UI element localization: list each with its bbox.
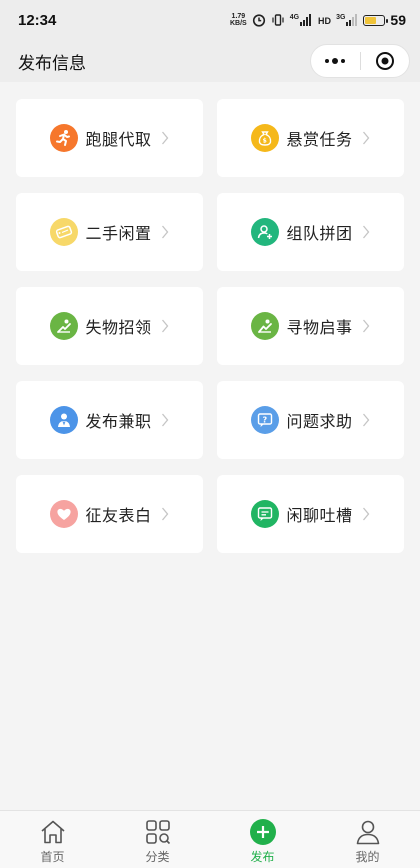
card-second-hand[interactable]: 二手闲置 bbox=[16, 193, 203, 271]
battery-icon bbox=[363, 14, 389, 26]
close-target-icon bbox=[375, 52, 394, 70]
tab-home[interactable]: 首页 bbox=[0, 811, 105, 868]
tab-publish[interactable]: 发布 bbox=[210, 811, 315, 868]
chevron-right-icon bbox=[362, 507, 369, 521]
lost-item-icon bbox=[50, 312, 79, 340]
card-label: 闲聊吐槽 bbox=[286, 506, 353, 525]
card-question-help[interactable]: ? 问题求助 bbox=[217, 381, 404, 459]
price-tag-icon bbox=[50, 218, 79, 246]
card-label: 跑腿代取 bbox=[85, 130, 152, 149]
chat-bubble-icon bbox=[251, 500, 280, 528]
battery-level bbox=[365, 16, 377, 24]
question-chat-icon: ? bbox=[251, 406, 280, 434]
card-errand[interactable]: 跑腿代取 bbox=[16, 99, 203, 177]
card-bounty-task[interactable]: $ 悬赏任务 bbox=[217, 99, 404, 177]
chevron-right-icon bbox=[161, 225, 168, 239]
status-time: 12:34 bbox=[18, 11, 57, 29]
category-grid-icon bbox=[143, 818, 173, 846]
chevron-right-icon bbox=[161, 413, 168, 427]
signal-3g-icon: 3G bbox=[336, 14, 358, 26]
svg-text:?: ? bbox=[263, 415, 268, 424]
chevron-right-icon bbox=[362, 225, 369, 239]
more-dots-icon bbox=[325, 58, 346, 64]
chevron-right-icon bbox=[362, 131, 369, 145]
chevron-right-icon bbox=[161, 319, 168, 333]
heart-icon bbox=[50, 500, 79, 528]
chevron-right-icon bbox=[161, 507, 168, 521]
card-label: 发布兼职 bbox=[85, 412, 152, 431]
card-team-group[interactable]: 组队拼团 bbox=[217, 193, 404, 271]
status-indicators: 1.79 KB/S 4G HD 3G 59 bbox=[230, 12, 406, 28]
tab-label: 分类 bbox=[145, 850, 170, 864]
plus-circle-icon bbox=[248, 818, 278, 846]
user-icon bbox=[353, 818, 383, 846]
card-label: 二手闲置 bbox=[85, 224, 152, 243]
more-button[interactable] bbox=[311, 45, 360, 77]
chevron-right-icon bbox=[362, 413, 369, 427]
mini-program-capsule bbox=[310, 44, 410, 78]
alarm-icon bbox=[252, 14, 265, 27]
card-lost-and-found[interactable]: 失物招领 bbox=[16, 287, 203, 365]
tab-label: 我的 bbox=[355, 850, 380, 864]
card-make-friends[interactable]: 征友表白 bbox=[16, 475, 203, 553]
page-title: 发布信息 bbox=[18, 53, 86, 74]
hd-icon: HD bbox=[318, 16, 331, 26]
running-person-icon bbox=[50, 124, 79, 152]
search-item-icon bbox=[251, 312, 280, 340]
close-mini-program-button[interactable] bbox=[361, 45, 410, 77]
card-part-time-job[interactable]: 发布兼职 bbox=[16, 381, 203, 459]
card-search-item[interactable]: 寻物启事 bbox=[217, 287, 404, 365]
home-icon bbox=[38, 818, 68, 846]
card-label: 征友表白 bbox=[85, 506, 152, 525]
bottom-tab-bar: 首页 分类 发布 我的 bbox=[0, 810, 420, 868]
signal-4g-icon: 4G bbox=[290, 14, 312, 26]
tab-label: 发布 bbox=[250, 850, 275, 864]
nav-bar: 发布信息 bbox=[0, 40, 420, 82]
card-label: 寻物启事 bbox=[286, 318, 353, 337]
network-speed: 1.79 KB/S bbox=[230, 13, 247, 27]
battery-percent: 59 bbox=[390, 12, 406, 28]
card-label: 悬赏任务 bbox=[286, 130, 353, 149]
money-bag-icon: $ bbox=[251, 124, 280, 152]
svg-text:HD: HD bbox=[318, 16, 331, 26]
card-label: 问题求助 bbox=[286, 412, 353, 431]
publish-category-grid: 跑腿代取 $ 悬赏任务 二手闲置 组队拼团 失物招领 寻物启事 发布兼职 ? 问… bbox=[16, 99, 404, 553]
tab-category[interactable]: 分类 bbox=[105, 811, 210, 868]
card-chat[interactable]: 闲聊吐槽 bbox=[217, 475, 404, 553]
worker-icon bbox=[50, 406, 79, 434]
chevron-right-icon bbox=[161, 131, 168, 145]
add-user-icon bbox=[251, 218, 280, 246]
vibrate-icon bbox=[272, 14, 284, 26]
svg-text:$: $ bbox=[263, 138, 267, 145]
tab-label: 首页 bbox=[40, 850, 65, 864]
tab-mine[interactable]: 我的 bbox=[315, 811, 420, 868]
chevron-right-icon bbox=[362, 319, 369, 333]
status-bar: 12:34 1.79 KB/S 4G HD 3G 59 bbox=[0, 0, 420, 40]
card-label: 组队拼团 bbox=[286, 224, 353, 243]
card-label: 失物招领 bbox=[85, 318, 152, 337]
